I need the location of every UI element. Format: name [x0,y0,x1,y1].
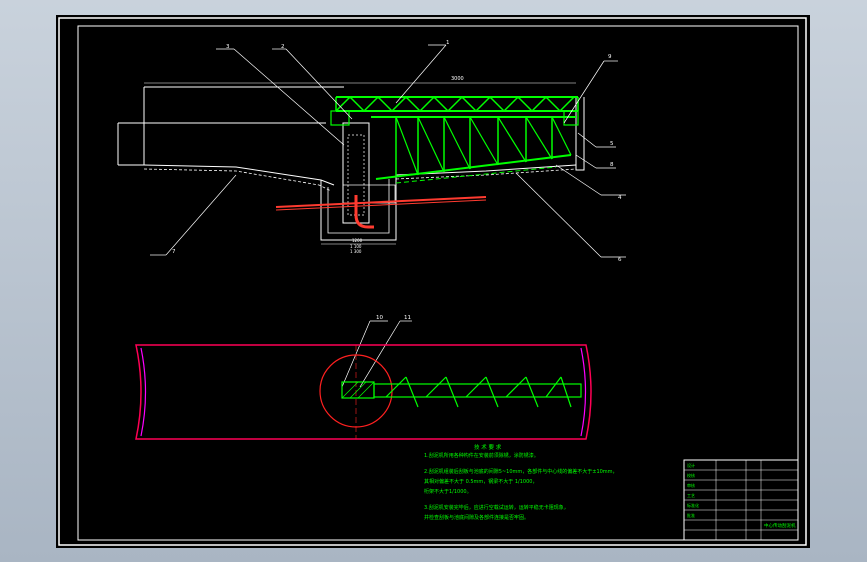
tb-label-2: 校核 [687,472,695,478]
tb-label-5: 标准化 [687,502,699,508]
callout-labels: 1 2 3 4 5 6 7 8 9 10 11 [172,40,622,321]
callout-9: 9 [608,54,612,60]
section-view: 3000 1200 1 100 1 300 [117,76,585,254]
callout-6: 6 [618,257,622,263]
note-line-5: 3.刮泥机安装完毕后，应进行空载试运转，运转平稳无卡阻现象， [424,504,569,511]
drawing-viewport[interactable]: 3000 1200 1 100 1 300 1 2 3 4 5 6 7 8 9 … [56,15,810,548]
notes-title: 技 术 要 求 [474,443,502,451]
callout-5: 5 [610,141,614,147]
note-line-6: 并检查刮板与池底间隙及各部件连接是否牢固。 [424,514,529,521]
tb-label-6: 批准 [687,512,695,518]
title-block: 设计 校核 审核 工艺 标准化 批准 中心传动刮泥机 [683,459,799,541]
callout-1: 1 [446,40,450,46]
callout-2: 2 [281,44,285,50]
tb-label-3: 审核 [687,482,695,488]
callout-8: 8 [610,162,614,168]
cad-drawing: 3000 1200 1 100 1 300 1 2 3 4 5 6 7 8 9 … [58,17,807,546]
tb-label-1: 设计 [687,462,695,468]
truss-bridge [335,95,579,113]
dim-top: 3000 [451,76,464,82]
dim-lower-3: 1 300 [350,249,362,254]
callout-3: 3 [226,44,230,50]
dim-lower-1: 1200 [352,238,363,243]
callout-4: 4 [618,195,622,201]
note-line-4: 桁架不大于1/1000。 [424,488,472,495]
note-line-2: 2.刮泥机组装后刮板与池底的间隙5~10mm，各部件与中心线的偏差不大于±10m… [424,468,618,475]
technical-notes: 技 术 要 求 1.刮泥机所用各种构件在安装前须除锈，涂防锈漆。 2.刮泥机组装… [424,443,618,521]
note-line-3: 其相对偏差不大于 0.5mm，钢梁不大于 1/1000， [424,478,537,485]
plan-view [135,344,592,440]
callout-10: 10 [376,315,383,321]
tb-title: 中心传动刮泥机 [764,522,796,529]
tb-label-4: 工艺 [687,493,695,498]
callout-11: 11 [404,315,411,321]
note-line-1: 1.刮泥机所用各种构件在安装前须除锈，涂防锈漆。 [424,452,539,459]
callout-7: 7 [172,249,176,255]
